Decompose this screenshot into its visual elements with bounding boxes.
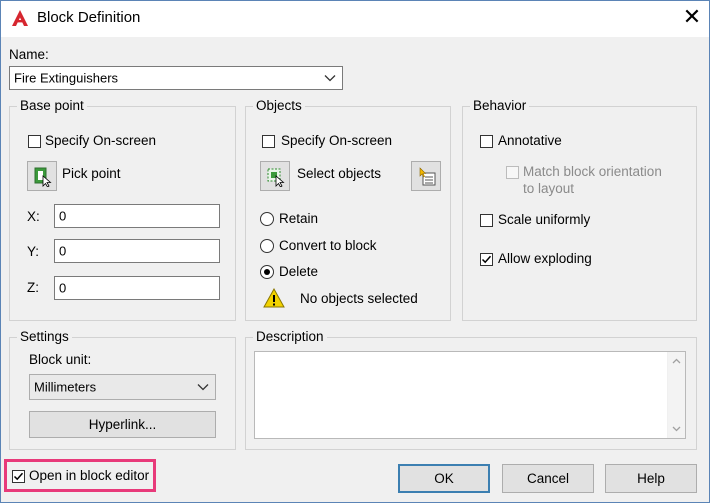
objects-specify-onscreen-checkbox[interactable] <box>262 135 275 148</box>
scroll-down-icon[interactable] <box>672 426 681 432</box>
hyperlink-button[interactable]: Hyperlink... <box>29 411 216 438</box>
allow-exploding-label: Allow exploding <box>498 251 592 266</box>
y-label: Y: <box>27 244 40 259</box>
help-button[interactable]: Help <box>605 464 697 493</box>
block-unit-select[interactable]: Millimeters <box>29 374 216 400</box>
dialog-title: Block Definition <box>37 9 141 26</box>
checkmark-icon <box>13 472 24 481</box>
base-point-title: Base point <box>17 98 87 113</box>
block-unit-label: Block unit: <box>29 352 92 367</box>
x-input[interactable]: 0 <box>54 204 220 228</box>
delete-radio[interactable] <box>260 265 274 279</box>
y-input[interactable]: 0 <box>54 239 220 263</box>
block-definition-dialog: Block Definition ✕ Name: Fire Extinguish… <box>0 0 710 503</box>
autocad-app-icon <box>12 10 28 26</box>
z-input[interactable]: 0 <box>54 276 220 300</box>
match-orientation-label-line2: to layout <box>523 181 575 196</box>
name-label: Name: <box>9 47 49 62</box>
pick-point-button[interactable] <box>27 161 57 191</box>
scroll-up-icon[interactable] <box>672 358 681 364</box>
delete-label: Delete <box>279 264 319 279</box>
allow-exploding-checkbox[interactable] <box>480 253 493 266</box>
chevron-down-icon <box>324 75 336 82</box>
base-point-specify-onscreen-checkbox[interactable] <box>28 135 41 148</box>
objects-title: Objects <box>253 98 305 113</box>
x-value: 0 <box>59 208 67 224</box>
select-objects-icon <box>267 168 285 187</box>
selection-status: No objects selected <box>300 291 418 306</box>
warning-icon <box>263 288 285 308</box>
ok-button[interactable]: OK <box>398 464 490 493</box>
chevron-down-icon <box>197 384 209 391</box>
block-unit-value: Millimeters <box>34 379 97 395</box>
match-orientation-label-line1: Match block orientation <box>523 164 662 179</box>
pick-point-icon <box>34 167 52 187</box>
convert-to-block-radio[interactable] <box>260 239 274 253</box>
radio-selected-dot <box>264 269 270 275</box>
open-in-block-editor-checkbox[interactable] <box>12 470 25 483</box>
base-point-specify-onscreen-label: Specify On-screen <box>45 133 157 148</box>
z-value: 0 <box>59 280 67 296</box>
name-value: Fire Extinguishers <box>14 70 119 86</box>
title-bar: Block Definition ✕ <box>1 1 709 37</box>
name-combobox[interactable]: Fire Extinguishers <box>9 66 343 90</box>
description-textarea[interactable] <box>254 351 686 439</box>
scale-uniformly-checkbox[interactable] <box>480 214 493 227</box>
settings-title: Settings <box>17 329 72 344</box>
annotative-checkbox[interactable] <box>480 135 493 148</box>
quick-select-button[interactable] <box>411 161 441 191</box>
cancel-button[interactable]: Cancel <box>502 464 594 493</box>
open-in-block-editor-label: Open in block editor <box>29 468 150 483</box>
behavior-title: Behavior <box>470 98 530 113</box>
description-scrollbar[interactable] <box>667 352 685 438</box>
match-orientation-checkbox[interactable] <box>506 166 519 179</box>
pick-point-label: Pick point <box>62 166 121 181</box>
description-title: Description <box>253 329 327 344</box>
scale-uniformly-label: Scale uniformly <box>498 212 591 227</box>
z-label: Z: <box>27 280 39 295</box>
annotative-label: Annotative <box>498 133 562 148</box>
retain-label: Retain <box>279 211 319 226</box>
select-objects-button[interactable] <box>260 161 290 191</box>
x-label: X: <box>27 209 40 224</box>
select-objects-label: Select objects <box>297 166 382 181</box>
close-icon[interactable]: ✕ <box>681 4 703 30</box>
objects-specify-onscreen-label: Specify On-screen <box>281 133 393 148</box>
convert-to-block-label: Convert to block <box>279 238 377 253</box>
quick-select-icon <box>419 167 436 186</box>
y-value: 0 <box>59 243 67 259</box>
checkmark-icon <box>481 255 492 264</box>
retain-radio[interactable] <box>260 212 274 226</box>
